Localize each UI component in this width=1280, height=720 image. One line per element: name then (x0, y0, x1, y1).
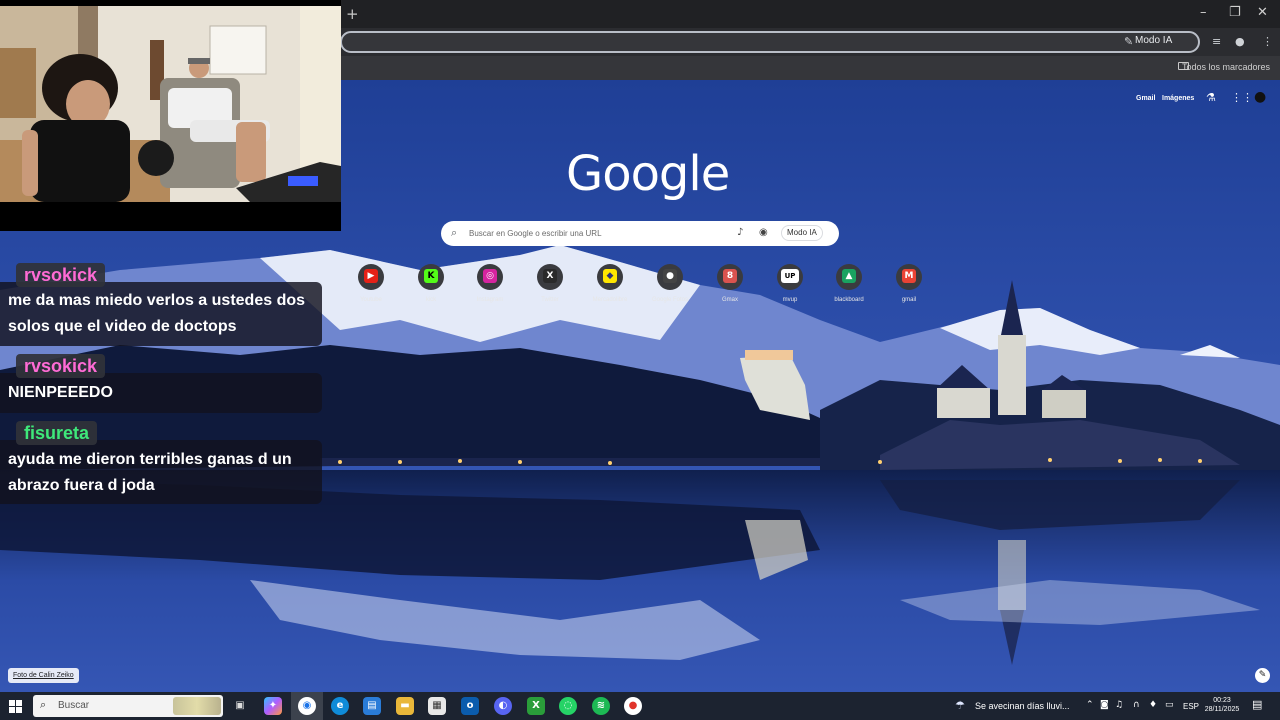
network-icon[interactable]: ▭ (1165, 700, 1174, 710)
photo-credit-link[interactable]: Foto de Calin Zeiko (8, 668, 79, 683)
weather-rain-icon[interactable]: ☂ (955, 699, 965, 712)
weather-widget[interactable]: Se avecinan días lluvi... (975, 701, 1070, 711)
instagram-icon: ◎ (477, 264, 503, 290)
account-avatar-icon[interactable]: ● (1254, 89, 1266, 105)
spotify-icon[interactable]: ≋ (592, 697, 610, 715)
chat-username: fisureta (16, 421, 98, 445)
webcam-overlay (0, 0, 341, 231)
shortcut-label: Youtube (360, 297, 382, 303)
shortcut-google-fotos[interactable]: ● Google Fotos (640, 264, 700, 303)
address-bar[interactable] (340, 31, 1200, 53)
tray-app-icon[interactable]: ◙ (1100, 700, 1109, 710)
customize-pencil-icon[interactable]: ✎ (1255, 668, 1270, 683)
chevron-up-icon[interactable]: ⌃ (1086, 700, 1094, 710)
screen: + – ❐ ✕ ✎ Modo IA ≡ ● ⋮ Todos los marcad… (0, 0, 1280, 720)
lens-camera-icon[interactable]: ◉ (759, 227, 768, 238)
chat-username: rvsokick (16, 354, 106, 378)
shortcut-mvup[interactable]: UP mvup (760, 264, 820, 303)
file-explorer-icon[interactable]: ▬ (396, 697, 414, 715)
microphone-tray-icon[interactable]: ♦ (1149, 700, 1157, 710)
volume-tray-icon[interactable]: ♫ (1115, 700, 1123, 710)
chat-message: NIENPEEEDO (8, 384, 113, 401)
shortcut-kick[interactable]: K kick (401, 264, 461, 303)
shortcut-blackboard[interactable]: ▲ blackboard (819, 264, 879, 303)
menu-icon[interactable]: ⋮ (1262, 35, 1273, 48)
apps-grid-icon[interactable]: ⋮⋮ (1231, 91, 1253, 104)
labs-icon[interactable]: ⚗ (1206, 91, 1216, 104)
discord-icon[interactable]: ◐ (494, 697, 512, 715)
shortcut-label: Gmax (721, 297, 738, 303)
blackboard-icon: ▲ (836, 264, 862, 290)
photos-icon: ● (657, 264, 683, 290)
shortcut-label: mvup (782, 297, 798, 303)
whatsapp-icon[interactable]: ◌ (559, 697, 577, 715)
clock-time: 00:23 (1213, 697, 1231, 704)
chat-username: rvsokick (16, 263, 106, 287)
copilot-icon[interactable]: ✦ (264, 697, 282, 715)
shortcut-twitter[interactable]: X Twitter (520, 264, 580, 303)
modo-ia-icon: ✎ (1124, 35, 1134, 48)
shortcut-label: Twitter (541, 297, 559, 303)
omnibox-modo-ia-button[interactable]: Modo IA (1135, 35, 1172, 46)
shortcut-label: gmail (901, 297, 917, 303)
shortcut-youtube[interactable]: ▶ Youtube (341, 264, 401, 303)
maximize-icon[interactable]: ❐ (1229, 5, 1241, 20)
system-clock[interactable]: 00:23 28/11/2025 (1200, 696, 1244, 714)
notification-icon[interactable]: ▤ (1252, 698, 1262, 711)
tab-search-icon[interactable]: ≡ (1212, 35, 1221, 48)
profile-avatar-icon[interactable]: ● (1235, 35, 1245, 48)
edge-icon[interactable]: e (331, 697, 349, 715)
task-view-icon[interactable]: ▣ (231, 697, 249, 715)
shortcut-label: Instagram (476, 297, 504, 303)
gmail-icon: M (896, 264, 922, 290)
kick-icon: K (418, 264, 444, 290)
xbox-icon[interactable]: X (527, 697, 545, 715)
minimize-icon[interactable]: – (1200, 5, 1207, 20)
all-bookmarks-button[interactable]: Todos los marcadores (1182, 62, 1270, 72)
shortcut-label: Google Fotos (651, 297, 689, 303)
shortcut-label: kick (425, 297, 437, 303)
mvup-icon: UP (777, 264, 803, 290)
chat-message: me da mas miedo verlos a ustedes dos sol… (8, 292, 306, 335)
search-placeholder: Buscar en Google o escribir una URL (469, 229, 602, 238)
shortcut-gmail[interactable]: M gmail (879, 264, 939, 303)
shortcut-mercadolibre[interactable]: ◆ Mercadolibre (580, 264, 640, 303)
mercadolibre-icon: ◆ (597, 264, 623, 290)
microphone-icon[interactable]: ♪ (737, 227, 743, 238)
microsoft-store-icon[interactable]: ▤ (363, 697, 381, 715)
shortcut-label: blackboard (834, 297, 864, 303)
close-icon[interactable]: ✕ (1257, 5, 1268, 20)
chat-message: ayuda me dieron terribles ganas d un abr… (8, 451, 292, 494)
clock-date: 28/11/2025 (1204, 706, 1240, 713)
taskbar-search-placeholder: Buscar (58, 700, 90, 711)
gmax-icon: 8 (717, 264, 743, 290)
chrome-icon[interactable]: ◉ (298, 697, 316, 715)
windows-start-icon[interactable] (9, 700, 22, 713)
obs-recording-icon[interactable]: ● (624, 697, 642, 715)
webcam-feed (0, 0, 341, 231)
youtube-icon: ▶ (358, 264, 384, 290)
shortcut-instagram[interactable]: ◎ Instagram (460, 264, 520, 303)
search-modo-ia-button[interactable]: Modo IA (781, 225, 823, 241)
search-icon: ⌕ (451, 226, 458, 239)
headset-icon[interactable]: ∩ (1133, 700, 1140, 710)
google-logo: Google (566, 146, 730, 202)
shortcut-gmax[interactable]: 8 Gmax (700, 264, 760, 303)
gmail-link[interactable]: Gmail (1136, 95, 1155, 102)
input-language[interactable]: ESP (1183, 702, 1199, 711)
search-highlight-art (173, 697, 221, 715)
shortcut-label: Mercadolibre (592, 297, 628, 303)
calendar-app-icon[interactable]: ▦ (428, 697, 446, 715)
outlook-icon[interactable]: o (461, 697, 479, 715)
images-link[interactable]: Imágenes (1162, 95, 1194, 102)
new-tab-button[interactable]: + (346, 5, 359, 23)
search-icon: ⌕ (40, 698, 47, 711)
x-logo-icon: X (537, 264, 563, 290)
